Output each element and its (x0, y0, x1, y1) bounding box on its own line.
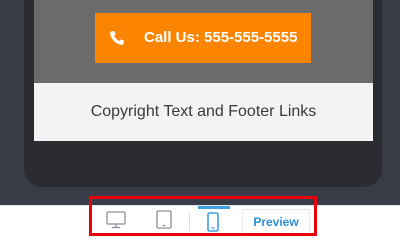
site-footer: Copyright Text and Footer Links (34, 83, 373, 141)
footer-copyright-text: Copyright Text and Footer Links (90, 103, 317, 120)
device-selector-highlight (89, 196, 317, 236)
call-us-button-label: Call Us: 555-555-5555 (144, 29, 298, 46)
call-us-button[interactable]: Call Us: 555-555-5555 (95, 13, 311, 63)
phone-icon (110, 31, 124, 45)
